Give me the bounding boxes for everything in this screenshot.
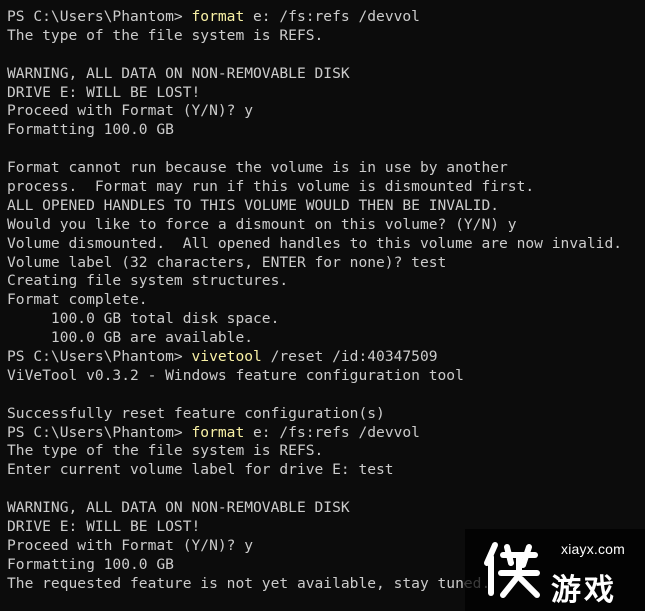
command-line: PS C:\Users\Phantom> vivetool /reset /id…	[7, 348, 645, 367]
command-line: PS C:\Users\Phantom> format e: /fs:refs …	[7, 8, 645, 27]
watermark: xiayx.com 游戏	[465, 529, 645, 611]
command-args: e: /fs:refs /devvol	[244, 423, 420, 441]
output-line: Successfully reset feature configuration…	[7, 404, 385, 422]
command-name: format	[191, 8, 245, 25]
output-line: ViVeTool v0.3.2 - Windows feature config…	[7, 366, 464, 384]
output-line: Volume dismounted. All opened handles to…	[7, 234, 623, 252]
output-line: Formatting 100.0 GB	[7, 121, 174, 139]
output-line: Volume label (32 characters, ENTER for n…	[7, 253, 447, 271]
output-line: 100.0 GB are available.	[7, 329, 254, 347]
prompt-text: PS C:\Users\Phantom>	[7, 8, 192, 25]
command-line: PS C:\Users\Phantom> format e: /fs:refs …	[7, 424, 645, 443]
output-line: process. Format may run if this volume i…	[7, 178, 535, 196]
output-line: ALL OPENED HANDLES TO THIS VOLUME WOULD …	[7, 196, 500, 214]
output-line: Enter current volume label for drive E: …	[7, 461, 394, 479]
command-name: format	[191, 423, 245, 441]
output-line: The type of the file system is REFS.	[7, 26, 324, 44]
command-name: vivetool	[191, 348, 262, 366]
command-args: /reset /id:40347509	[261, 348, 438, 366]
watermark-url: xiayx.com	[561, 541, 626, 557]
watermark-logo: xiayx.com 游戏	[465, 529, 643, 611]
output-line: Format cannot run because the volume is …	[7, 159, 508, 177]
prompt-text: PS C:\Users\Phantom>	[7, 423, 192, 441]
terminal-window[interactable]: PS C:\Users\Phantom> format e: /fs:refs …	[0, 0, 645, 611]
output-line: Would you like to force a dismount on th…	[7, 215, 517, 233]
output-line: WARNING, ALL DATA ON NON-REMOVABLE DISK	[7, 64, 350, 82]
output-line: Creating file system structures.	[7, 272, 289, 290]
xia-character-logo-icon	[484, 542, 540, 598]
output-line: WARNING, ALL DATA ON NON-REMOVABLE DISK	[7, 499, 350, 517]
watermark-brand: 游戏	[551, 574, 617, 607]
output-line: 100.0 GB total disk space.	[7, 310, 280, 328]
output-line: The type of the file system is REFS.	[7, 442, 324, 460]
output-line: Proceed with Format (Y/N)? y	[7, 102, 254, 120]
command-args: e: /fs:refs /devvol	[244, 8, 420, 25]
output-line: DRIVE E: WILL BE LOST!	[7, 83, 201, 101]
prompt-text: PS C:\Users\Phantom>	[7, 348, 192, 366]
output-line: Format complete.	[7, 291, 148, 309]
